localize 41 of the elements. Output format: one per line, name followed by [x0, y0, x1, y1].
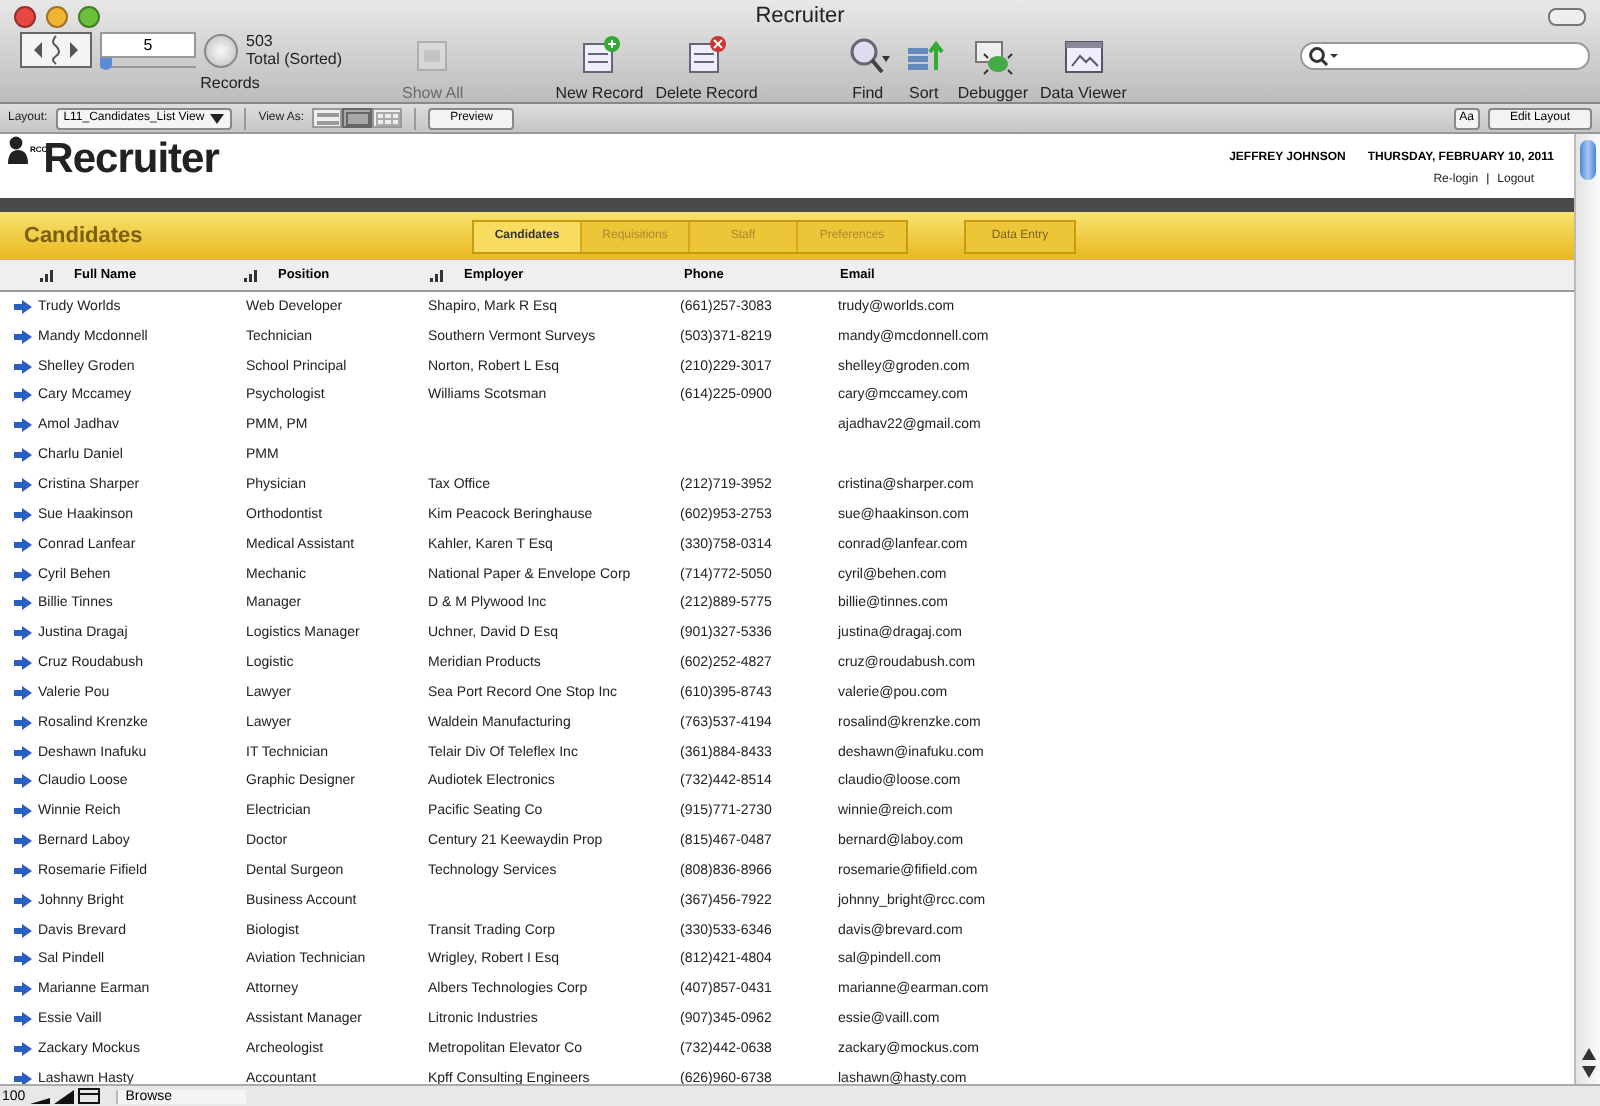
form-view-icon: [315, 111, 340, 125]
records-label: Records: [200, 74, 260, 92]
toolbar-toggle-icon[interactable]: [1548, 7, 1586, 25]
zoom-in-icon[interactable]: [53, 1089, 74, 1103]
record-navigator-button[interactable]: [20, 32, 92, 68]
document-plus-icon: [577, 36, 622, 76]
document-x-icon: [684, 36, 729, 76]
person-figure-icon: [6, 136, 30, 164]
total-note: Total (Sorted): [246, 50, 343, 68]
toolbar-button[interactable]: Data Viewer: [1033, 32, 1133, 102]
table-view-icon: [375, 111, 400, 125]
list-view-icon: [345, 111, 370, 125]
view-mode-button[interactable]: [312, 108, 343, 128]
close-icon[interactable]: [14, 5, 36, 27]
sort-icon[interactable]: [244, 269, 258, 281]
toolbar-button[interactable]: Find: [839, 32, 896, 102]
toolbar-button[interactable]: Delete Record: [649, 32, 764, 102]
toolbar-button[interactable]: Sort: [895, 32, 952, 102]
sort-icon[interactable]: [430, 269, 444, 281]
vertical-scrollbar[interactable]: [1574, 134, 1600, 1084]
record-slider-thumb[interactable]: [100, 58, 113, 70]
search-field[interactable]: [1300, 42, 1590, 70]
toolbar-button[interactable]: New Record: [549, 32, 650, 102]
scroll-thumb[interactable]: [1580, 140, 1596, 180]
pie-icon: [204, 33, 238, 67]
zoom-icon[interactable]: [78, 5, 100, 27]
bug-icon: [970, 36, 1015, 76]
toolbar-button[interactable]: Debugger: [951, 32, 1034, 102]
sort-icon[interactable]: [40, 269, 54, 281]
search-icon: [1308, 46, 1340, 66]
caret-icon: [210, 113, 225, 123]
window-icon: [1061, 36, 1106, 76]
record-total: 503: [246, 32, 275, 50]
scroll-up-icon[interactable]: [1581, 1048, 1595, 1060]
minimize-icon[interactable]: [46, 5, 68, 27]
scroll-down-icon[interactable]: [1581, 1066, 1595, 1078]
record-number-field[interactable]: 5: [100, 32, 196, 58]
status-toggle-icon[interactable]: [77, 1088, 100, 1104]
section-title: Candidates: [24, 224, 145, 248]
magnifier-icon: [845, 36, 890, 76]
window-title: Recruiter: [755, 4, 845, 28]
